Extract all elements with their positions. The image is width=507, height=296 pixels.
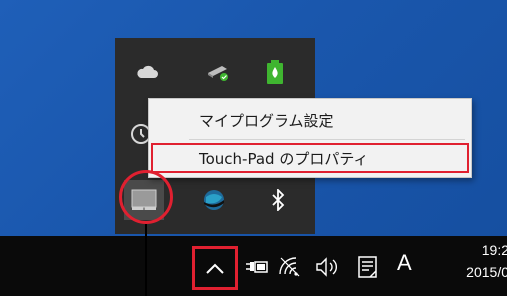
- menu-item-my-program-settings[interactable]: マイプログラム設定: [151, 105, 463, 135]
- menu-item-label: Touch-Pad のプロパティ: [199, 149, 369, 168]
- removable-drive-icon[interactable]: [199, 52, 239, 92]
- clock-time[interactable]: 19:2: [429, 242, 507, 258]
- menu-item-touchpad-properties[interactable]: Touch-Pad のプロパティ: [151, 143, 469, 173]
- onedrive-cloud-icon[interactable]: [127, 52, 167, 92]
- ime-mode-indicator[interactable]: A: [397, 250, 412, 276]
- clock-date[interactable]: 2015/0: [429, 264, 507, 280]
- bluetooth-icon[interactable]: [258, 180, 298, 220]
- menu-separator: [189, 139, 465, 140]
- action-center-icon[interactable]: [354, 252, 382, 282]
- battery-manager-icon[interactable]: [255, 52, 295, 92]
- volume-icon[interactable]: [314, 254, 344, 280]
- power-plug-battery-icon[interactable]: [244, 254, 270, 280]
- touchpad-icon-highlight-circle: [119, 170, 173, 224]
- callout-line: [145, 224, 147, 296]
- wifi-icon[interactable]: [276, 252, 304, 280]
- menu-item-label: マイプログラム設定: [199, 111, 334, 130]
- touchpad-context-menu: マイプログラム設定 Touch-Pad のプロパティ: [148, 98, 472, 178]
- globe-network-icon[interactable]: [194, 180, 234, 220]
- show-hidden-icons-highlight-box: [192, 246, 238, 290]
